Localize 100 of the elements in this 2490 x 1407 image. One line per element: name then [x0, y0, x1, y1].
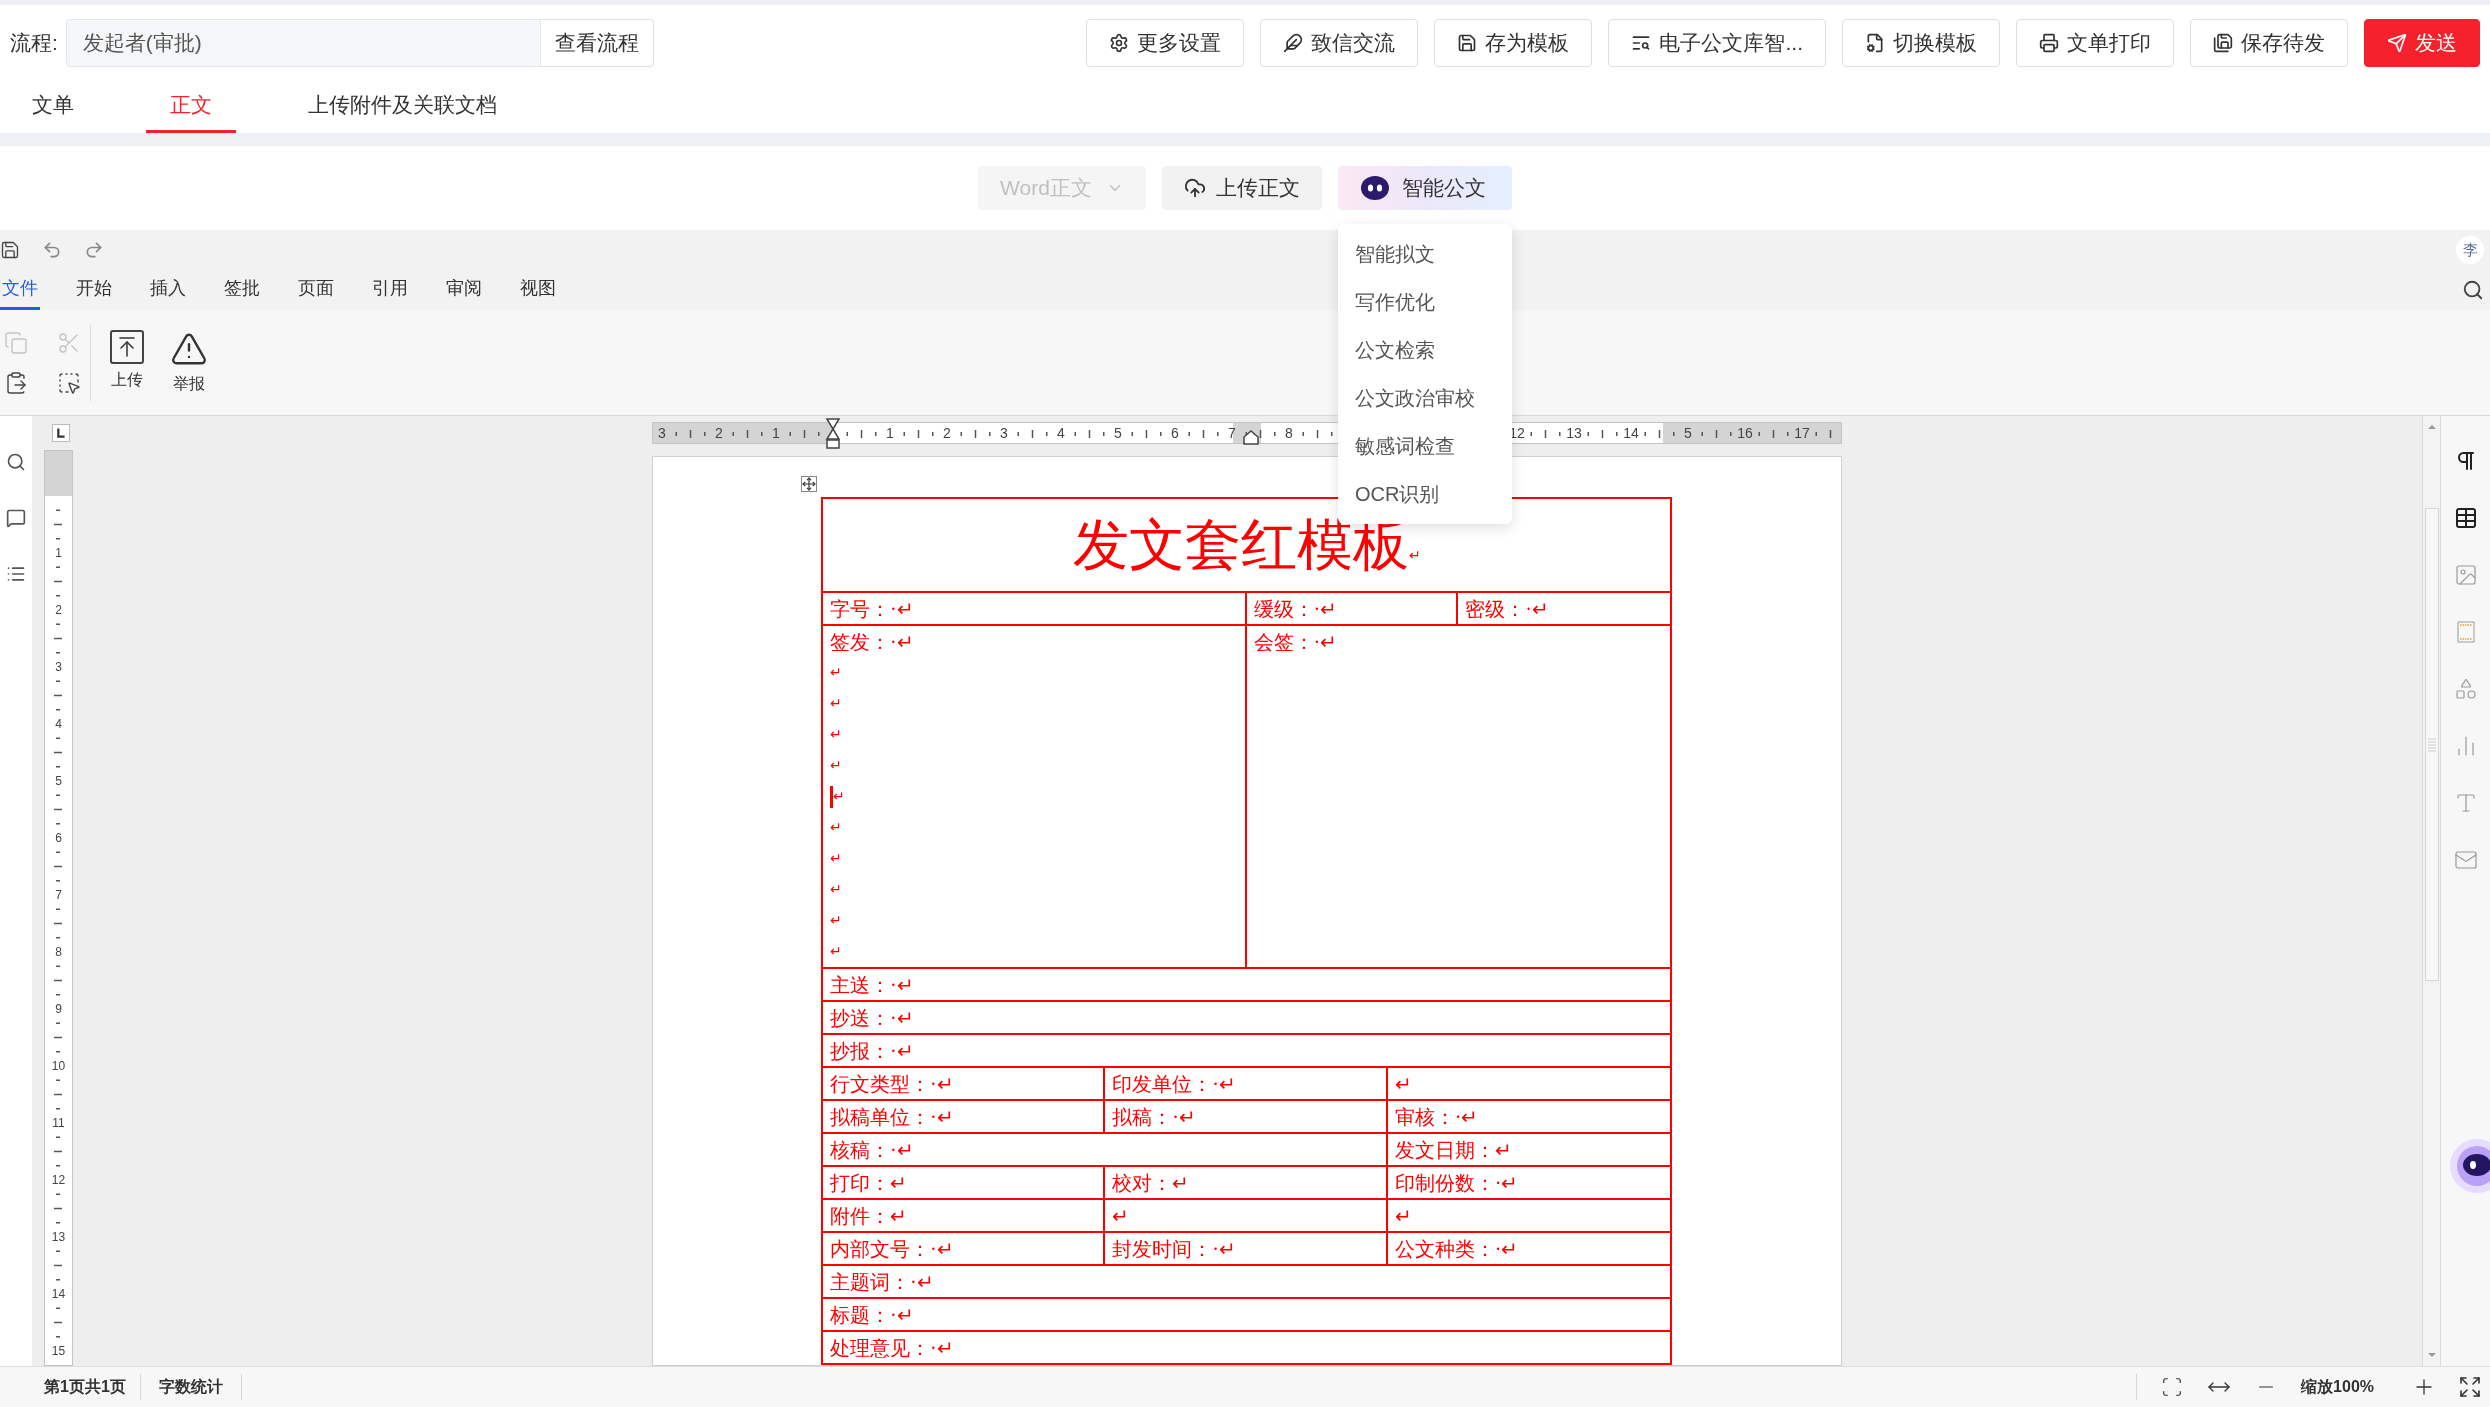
shapes-icon[interactable]: [2453, 677, 2478, 701]
fit-page-icon[interactable]: [2161, 1376, 2184, 1398]
right-indent-marker-icon[interactable]: [1243, 429, 1259, 445]
table-icon[interactable]: [2453, 506, 2478, 530]
robot-icon: [1359, 175, 1390, 201]
assistant-bubble-icon[interactable]: [2449, 1138, 2490, 1194]
tab[interactable]: 文单: [8, 80, 98, 133]
toolbar-button[interactable]: 存为模板: [1434, 18, 1593, 67]
smart-document-button[interactable]: 智能公文: [1337, 166, 1512, 210]
undo-icon[interactable]: [42, 240, 62, 260]
paragraph-mark: ↵: [830, 785, 845, 808]
outline-icon[interactable]: [6, 564, 26, 584]
form-cell: 字号：·↵: [823, 593, 1247, 624]
form-cell: 校对：↵: [1105, 1167, 1388, 1198]
tab-stop-icon[interactable]: [52, 424, 70, 442]
ribbon-button[interactable]: 上传: [101, 329, 153, 396]
send-icon: [2387, 32, 2407, 53]
ruler-margin: [45, 451, 72, 496]
form-cell: 打印：↵: [823, 1167, 1106, 1198]
form-cell: 封发时间：·↵: [1105, 1233, 1388, 1264]
toolbar-button[interactable]: 发送: [2364, 18, 2480, 67]
paragraph-mark: ↵: [830, 881, 842, 899]
tab[interactable]: 上传附件及关联文档: [284, 80, 521, 133]
flow-field[interactable]: 发起者(审批): [65, 18, 541, 67]
menu-tab[interactable]: 签批: [222, 270, 262, 310]
toolbar-button[interactable]: 切换模板: [1842, 18, 2000, 67]
toolbar-button[interactable]: 更多设置: [1086, 18, 1245, 67]
user-avatar[interactable]: 李: [2456, 236, 2484, 264]
form-cell-text: ↵: [1393, 1071, 1413, 1097]
menu-item[interactable]: 公文政治审校: [1337, 374, 1512, 422]
toolbar-button[interactable]: 电子公文库智...: [1608, 18, 1826, 67]
zoom-level: 缩放100%: [2301, 1377, 2374, 1397]
form-cell-text: 标题：·↵: [829, 1302, 915, 1328]
printer-icon: [2039, 32, 2059, 53]
feather-icon: [1283, 32, 1304, 53]
image-icon[interactable]: [2453, 563, 2478, 587]
indent-marker-icon[interactable]: [825, 418, 841, 450]
menu-item[interactable]: OCR识别: [1337, 470, 1512, 518]
ruler-number: 14: [1622, 424, 1640, 442]
toolbar-button[interactable]: 保存待发: [2190, 18, 2348, 67]
ruler-number: 3: [657, 424, 667, 442]
select-icon[interactable]: [57, 370, 81, 395]
ruler-number: 2: [942, 424, 952, 442]
menu-tab[interactable]: 审阅: [444, 270, 484, 310]
form-cell: 印发单位：·↵: [1105, 1068, 1388, 1099]
form-cell-text: 主送：·↵: [829, 972, 915, 998]
paragraph-mark: ↵: [830, 850, 842, 868]
scrollbar-thumb[interactable]: [2424, 508, 2439, 981]
form-cell-text: 发文日期：↵: [1393, 1137, 1513, 1163]
paragraph-mark: ↵: [830, 819, 842, 837]
menu-tab[interactable]: 插入: [148, 270, 188, 310]
form-cell: 拟稿：·↵: [1105, 1101, 1388, 1132]
form-cell-text: 公文种类：·↵: [1393, 1236, 1520, 1262]
menu-item[interactable]: 智能拟文: [1337, 230, 1512, 278]
toolbar-button[interactable]: 致信交流: [1260, 18, 1419, 67]
fullscreen-icon[interactable]: [2458, 1375, 2482, 1399]
grip-icon: [2427, 736, 2436, 753]
form-cell: 内部文号：·↵: [823, 1233, 1106, 1264]
form-cell-text: 签发：·↵: [830, 629, 915, 655]
ruler-number: 16: [1736, 424, 1754, 442]
menu-tab[interactable]: 开始: [74, 270, 114, 310]
ruler-number: 6: [1170, 424, 1180, 442]
upload-body-button[interactable]: 上传正文: [1161, 166, 1322, 210]
menu-item[interactable]: 公文检索: [1337, 326, 1512, 374]
form-cell-text: 抄报：·↵: [829, 1038, 915, 1064]
paste-icon[interactable]: [4, 370, 28, 395]
menu-tab[interactable]: 页面: [296, 270, 336, 310]
form-cell: 附件：↵: [823, 1200, 1106, 1231]
toolbar-button[interactable]: 文单打印: [2016, 18, 2174, 67]
ruler-number: 4: [1056, 424, 1066, 442]
paragraph-mark: ↵: [830, 695, 842, 713]
paragraph-mark: ↵: [830, 757, 842, 775]
view-flow-button[interactable]: 查看流程: [540, 18, 654, 67]
ruler-number: 1: [885, 424, 895, 442]
ribbon-button[interactable]: 举报: [163, 329, 215, 396]
comment-icon[interactable]: [6, 508, 26, 528]
search-icon[interactable]: [6, 452, 26, 472]
form-cell-text: 会签：·↵: [1253, 629, 1339, 655]
form-cell: 拟稿单位：·↵: [823, 1101, 1106, 1132]
vertical-scrollbar[interactable]: [2422, 416, 2440, 1366]
menu-tab[interactable]: 引用: [370, 270, 410, 310]
flow-label: 流程:: [10, 29, 58, 56]
ruler-number: 2: [714, 424, 724, 442]
move-handle-icon[interactable]: [801, 476, 817, 492]
redo-icon[interactable]: [84, 240, 104, 260]
ruler-number: 5: [1683, 424, 1693, 442]
paragraph-mark: ↵: [1408, 546, 1421, 565]
form-cell: 核稿：·↵: [823, 1134, 1388, 1165]
cloud-upload-icon: [1183, 177, 1206, 199]
menu-item[interactable]: 写作优化: [1337, 278, 1512, 326]
search-icon[interactable]: [2462, 279, 2484, 301]
save-all-icon: [2213, 32, 2233, 53]
upload-icon: [110, 329, 144, 364]
paragraph-mark: ↵: [830, 912, 842, 930]
menu-tab[interactable]: 视图: [518, 270, 558, 310]
menu-item[interactable]: 敏感词检查: [1337, 422, 1512, 470]
word-count-button[interactable]: 字数统计: [158, 1375, 223, 1399]
form-cell-text: 主题词：·↵: [829, 1269, 935, 1295]
ruler-number: 7: [1227, 424, 1237, 442]
form-cell: 行文类型：·↵: [823, 1068, 1106, 1099]
